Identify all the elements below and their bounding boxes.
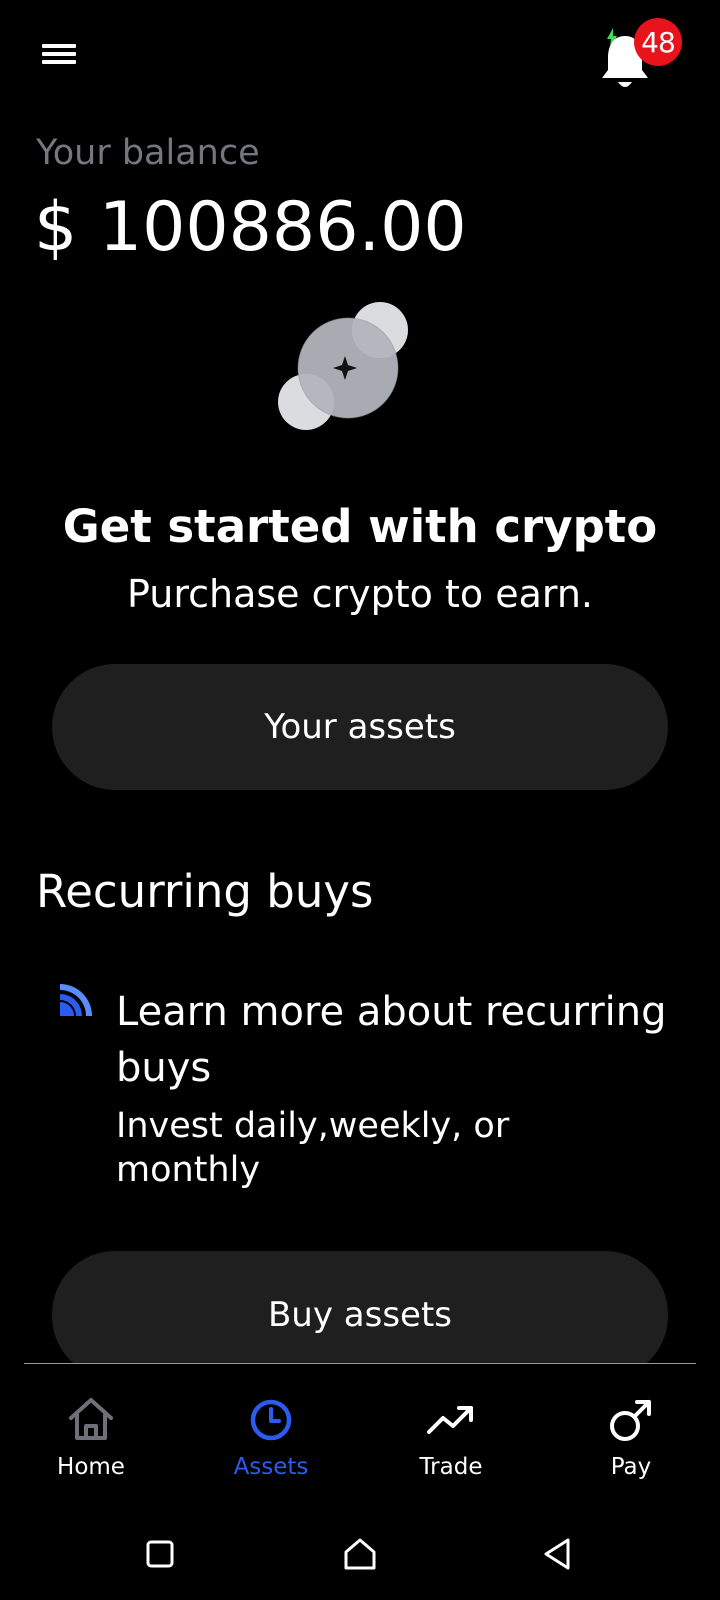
empty-state-subtitle: Purchase crypto to earn. <box>126 572 593 616</box>
bottom-nav: Home Assets Trade Pay <box>0 1364 720 1504</box>
clock-icon <box>250 1399 292 1441</box>
pay-icon <box>610 1400 651 1441</box>
nav-label-home: Home <box>57 1454 125 1480</box>
learn-recurring-link[interactable]: Learn more about recurring buys <box>116 984 676 1096</box>
balance-label: Your balance <box>36 133 260 173</box>
nav-item-home[interactable]: Home <box>21 1394 161 1494</box>
menu-button[interactable] <box>40 40 80 72</box>
nav-item-pay[interactable]: Pay <box>561 1394 701 1494</box>
nav-label-trade: Trade <box>419 1454 483 1480</box>
your-assets-button[interactable]: Your assets <box>52 664 668 790</box>
home-icon <box>69 1398 113 1440</box>
empty-state-title: Get started with crypto <box>62 500 658 553</box>
coins-illustration <box>278 302 408 430</box>
back-button[interactable] <box>536 1532 580 1576</box>
wifi-icon <box>60 984 92 1016</box>
notifications-button[interactable]: 48 <box>598 18 682 96</box>
nav-item-assets[interactable]: Assets <box>201 1394 341 1494</box>
nav-label-pay: Pay <box>610 1454 652 1480</box>
menu-icon <box>42 44 76 64</box>
learn-recurring-subtitle: Invest daily,weekly, or monthly <box>116 1106 510 1190</box>
recents-button[interactable] <box>138 1532 182 1576</box>
buy-assets-button[interactable]: Buy assets <box>52 1251 668 1379</box>
trending-up-icon <box>427 1406 473 1434</box>
square-icon <box>146 1540 174 1568</box>
recurring-buys-title: Recurring buys <box>36 865 374 918</box>
back-triangle-icon <box>544 1538 570 1570</box>
notification-badge: 48 <box>634 18 682 66</box>
house-outline-icon <box>344 1538 376 1570</box>
balance-amount: $ 100886.00 <box>34 188 467 267</box>
system-nav-bar <box>0 1504 720 1600</box>
nav-label-assets: Assets <box>233 1454 309 1480</box>
home-system-button[interactable] <box>338 1532 382 1576</box>
nav-item-trade[interactable]: Trade <box>381 1394 521 1494</box>
